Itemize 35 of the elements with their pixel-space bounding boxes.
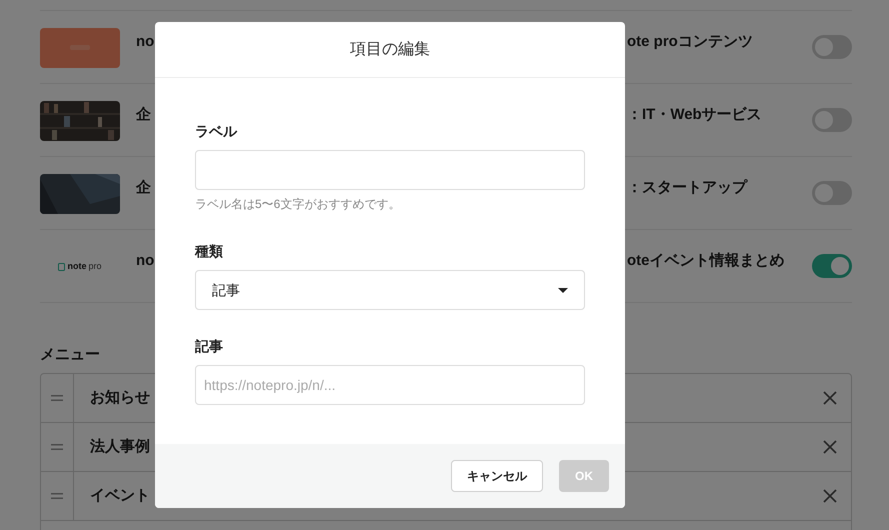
section-heading: メニュー [40, 345, 100, 365]
magazine-title: oteイベント情報まとめ [627, 252, 784, 269]
magazine-title: 企 [136, 179, 151, 196]
close-icon[interactable] [823, 440, 837, 454]
menu-item-label: イベント [90, 486, 151, 506]
drag-handle-icon[interactable] [51, 444, 63, 450]
magazine-title: ote proコンテンツ [627, 33, 753, 50]
menu-item-label: お知らせ [90, 388, 151, 408]
close-icon[interactable] [823, 391, 837, 405]
drag-handle-icon[interactable] [51, 395, 63, 401]
close-icon[interactable] [823, 489, 837, 503]
text-field[interactable] [195, 150, 585, 190]
field-label: ラベル [195, 122, 238, 141]
notebook-icon [58, 263, 66, 271]
magazine-title: 企 [136, 106, 151, 123]
menu-item-label: 法人事例 [90, 436, 151, 457]
toggle-switch[interactable] [812, 35, 852, 59]
magazine-title: no [136, 33, 154, 50]
field-hint: ラベル名は5〜6文字がおすすめです。 [195, 196, 402, 212]
magazine-title: ：スタートアップ [627, 179, 747, 196]
magazine-title: ：IT・Webサービス [627, 106, 762, 123]
toggle-switch[interactable] [812, 254, 852, 278]
field-label: 種類 [195, 242, 224, 261]
type-select[interactable]: 記事 [195, 270, 585, 310]
drag-handle-icon[interactable] [51, 493, 63, 499]
toggle-switch[interactable] [812, 108, 852, 132]
field-label: 記事 [195, 337, 224, 356]
logo-text: note [67, 260, 86, 274]
caret-icon [558, 288, 568, 292]
toggle-switch[interactable] [812, 181, 852, 205]
magazine-title: no [136, 252, 154, 269]
dialog-title: 項目の編集 [350, 40, 430, 60]
text-field[interactable]: https://notepro.jp/n/... [195, 365, 585, 405]
logo-suffix: pro [88, 260, 102, 274]
cancel-button[interactable]: キャンセル [451, 460, 543, 492]
